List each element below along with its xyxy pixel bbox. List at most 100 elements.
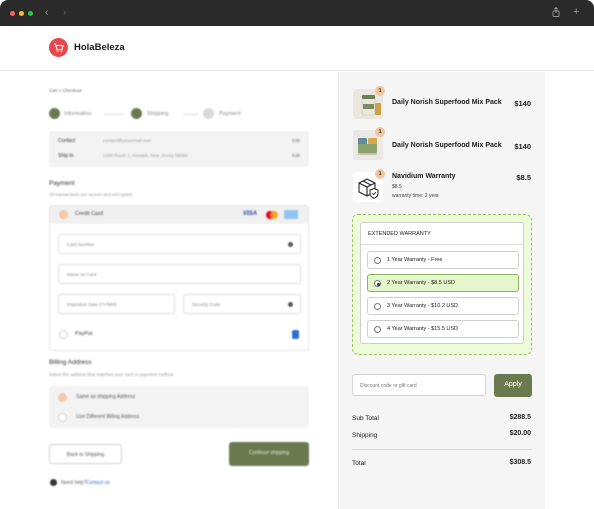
quantity-badge: 1 (375, 127, 385, 137)
warranty-option-2-year[interactable]: 2 Year Warranty - $8.5 USD (367, 274, 519, 292)
discount-code-input[interactable]: Discount code or gift card (352, 374, 486, 396)
close-window-button[interactable] (10, 11, 15, 16)
product-name[interactable]: Daily Norish Superfood Mix Pack (392, 142, 502, 149)
warranty-option-label: 2 Year Warranty - $8.5 USD (387, 280, 455, 286)
warranty-time-note: warranty time: 2 year (392, 193, 439, 199)
extended-warranty-panel: EXTENDED WARRANTY 1 Year Warranty - Free… (352, 214, 532, 355)
warranty-unit-price: $8.5 (392, 184, 402, 190)
totals-divider (352, 449, 532, 450)
payment-methods: Credit Card VISA Card Number Name on Car… (49, 205, 309, 351)
subtotal-value: $288.5 (509, 414, 531, 421)
credit-card-option[interactable]: Credit Card VISA (50, 206, 308, 224)
billing-options: Same as shipping Address Use Different B… (49, 386, 309, 428)
step-divider (183, 114, 199, 115)
contact-us-link[interactable]: Contact us (86, 480, 110, 486)
extended-warranty-card: EXTENDED WARRANTY 1 Year Warranty - Free… (360, 222, 524, 344)
different-address-label[interactable]: Use Different Billing Address (76, 414, 139, 420)
continue-shipping-button[interactable]: Continue shipping (229, 442, 309, 466)
edit-ship-to-link[interactable]: Edit (292, 153, 300, 158)
card-number-input[interactable]: Card Number (58, 234, 301, 254)
mastercard-icon (266, 211, 278, 219)
warranty-option-3-year[interactable]: 3 Year Warranty - $10.2 USD (367, 297, 519, 315)
step-shipping-icon (131, 108, 142, 119)
breadcrumb[interactable]: Cart > Checkout (49, 88, 82, 93)
lock-icon (288, 242, 293, 247)
billing-subtitle: Select the address that matches your car… (49, 372, 174, 377)
continue-button-label: Continue shipping (248, 450, 290, 456)
product-price: $8.5 (516, 173, 531, 182)
brand-logo[interactable] (49, 38, 68, 57)
info-icon (288, 302, 293, 307)
brand-name[interactable]: HolaBeleza (74, 42, 125, 53)
billing-title: Billing Address (49, 359, 92, 366)
discount-placeholder: Discount code or gift card (360, 383, 417, 389)
same-address-label[interactable]: Same as shipping Address (76, 394, 135, 400)
step-shipping[interactable]: Shipping (147, 111, 168, 117)
same-address-radio[interactable] (58, 393, 67, 402)
contact-label: Contact (58, 138, 76, 144)
divider (361, 244, 523, 245)
ship-to-label: Ship to (58, 153, 74, 159)
total-label: Total (352, 460, 366, 467)
paypal-radio[interactable] (59, 330, 68, 339)
quantity-badge: 1 (375, 86, 385, 96)
product-price: $140 (514, 142, 531, 151)
extended-warranty-title: EXTENDED WARRANTY (368, 231, 431, 237)
browser-window: ‹ › + HolaBeleza Cart > Checkout Informa… (0, 0, 594, 509)
ship-to-value: 2400 Route 1, Newark, New Jersey 08083 (103, 153, 188, 158)
warranty-option-1-year[interactable]: 1 Year Warranty - Free (367, 251, 519, 269)
total-value: $308.5 (509, 459, 531, 466)
apply-button[interactable]: Apply (494, 374, 532, 397)
step-divider (104, 114, 124, 115)
shipping-value: $20.00 (509, 430, 531, 437)
product-name[interactable]: Navidium Warranty (392, 173, 456, 180)
shipping-label: Shipping (352, 432, 378, 439)
warranty-option-4-year[interactable]: 4 Year Warranty - $15.5 USD (367, 320, 519, 338)
radio-icon[interactable] (374, 303, 381, 310)
product-name[interactable]: Daily Norish Superfood Mix Pack (392, 99, 502, 106)
expiration-date-input[interactable]: Expiration Date (YY/MM) (58, 294, 175, 314)
step-payment-icon (203, 108, 214, 119)
subtotal-label: Sub Total (352, 415, 379, 422)
name-placeholder: Name on Card (67, 272, 97, 277)
warranty-option-label: 4 Year Warranty - $15.5 USD (387, 326, 459, 332)
paypal-icon (292, 330, 299, 339)
product-price: $140 (514, 99, 531, 108)
title-bar: ‹ › + (0, 0, 594, 26)
back-button-label: Back to Shipping (66, 452, 105, 458)
warranty-option-label: 3 Year Warranty - $10.2 USD (387, 303, 459, 309)
card-number-placeholder: Card Number (67, 242, 95, 247)
maximize-window-button[interactable] (28, 11, 33, 16)
payment-subtitle: All transactions are secure and encrypte… (49, 192, 132, 197)
back-to-shipping-button[interactable]: Back to Shipping (49, 444, 122, 464)
name-on-card-input[interactable]: Name on Card (58, 264, 301, 284)
checkout-form: Cart > Checkout Information Shipping Pay… (0, 72, 338, 509)
paypal-label: PayPal (75, 331, 93, 337)
credit-card-label: Credit Card (75, 211, 104, 217)
help-icon (50, 479, 57, 486)
warranty-option-label: 1 Year Warranty - Free (387, 257, 443, 263)
step-payment[interactable]: Payment (219, 111, 241, 117)
forward-icon[interactable]: › (63, 6, 66, 20)
minimize-window-button[interactable] (19, 11, 24, 16)
order-summary: 1 Daily Norish Superfood Mix Pack $140 1… (338, 72, 545, 509)
expiry-placeholder: Expiration Date (YY/MM) (67, 302, 117, 307)
edit-contact-link[interactable]: Edit (292, 138, 300, 143)
new-tab-icon[interactable]: + (573, 5, 579, 19)
share-icon[interactable] (552, 6, 560, 22)
shipping-summary: Contact contact@youremail.com Edit Ship … (49, 131, 309, 167)
cart-icon (54, 43, 64, 53)
site-header: HolaBeleza (0, 26, 594, 71)
apply-button-label: Apply (504, 381, 522, 388)
help-text: Need help? (61, 480, 87, 486)
radio-icon[interactable] (374, 257, 381, 264)
step-information[interactable]: Information (64, 111, 92, 117)
credit-card-radio[interactable] (59, 210, 68, 219)
back-icon[interactable]: ‹ (45, 6, 48, 20)
security-code-input[interactable]: Security Code (183, 294, 301, 314)
radio-selected-icon[interactable] (374, 280, 381, 287)
different-address-radio[interactable] (58, 413, 67, 422)
quantity-badge: 1 (375, 169, 385, 179)
radio-icon[interactable] (374, 326, 381, 333)
payment-title: Payment (49, 180, 75, 187)
